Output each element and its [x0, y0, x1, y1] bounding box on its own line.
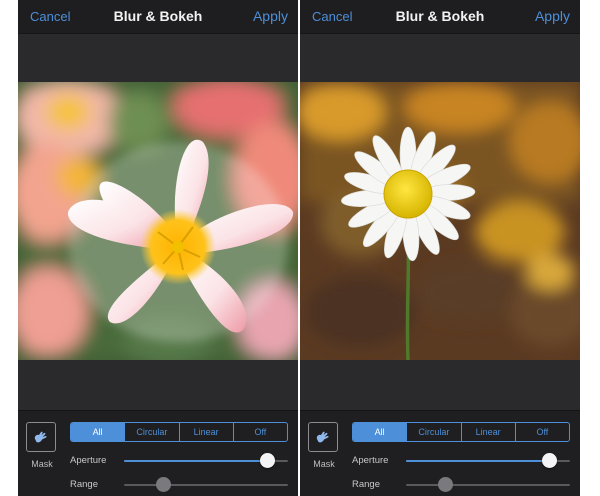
photo-canvas[interactable] [300, 82, 580, 360]
mode-circular[interactable]: Circular [124, 423, 178, 441]
aperture-slider[interactable] [124, 453, 288, 468]
navigation-bar: Cancel Blur & Bokeh Apply [300, 0, 580, 34]
aperture-slider-fill [406, 460, 549, 462]
range-slider-thumb[interactable] [438, 477, 454, 492]
aperture-slider-thumb[interactable] [541, 453, 557, 468]
blur-toolbar: Mask All Circular Linear Off Aperture Ra… [300, 410, 580, 496]
apply-button[interactable]: Apply [535, 8, 570, 24]
mask-button[interactable] [26, 422, 56, 452]
apply-button[interactable]: Apply [253, 8, 288, 24]
mode-all[interactable]: All [353, 423, 407, 441]
aperture-slider-thumb[interactable] [259, 453, 275, 468]
mode-linear[interactable]: Linear [460, 423, 515, 441]
range-label: Range [352, 479, 380, 490]
navigation-bar: Cancel Blur & Bokeh Apply [18, 0, 298, 34]
white-daisy-photo [300, 82, 580, 360]
editor-screen-left: Cancel Blur & Bokeh Apply Mask All Circu… [18, 0, 298, 496]
aperture-slider[interactable] [406, 453, 570, 468]
hand-brush-icon [316, 431, 329, 443]
range-slider[interactable] [406, 477, 570, 492]
range-slider-thumb[interactable] [156, 477, 172, 492]
mode-linear[interactable]: Linear [178, 423, 233, 441]
mode-circular[interactable]: Circular [406, 423, 460, 441]
range-label: Range [70, 479, 98, 490]
aperture-slider-fill [124, 460, 267, 462]
blur-mode-selector: All Circular Linear Off [352, 422, 570, 442]
mode-off[interactable]: Off [232, 423, 287, 441]
aperture-label: Aperture [70, 455, 107, 466]
hand-brush-icon [34, 431, 47, 443]
blur-toolbar: Mask All Circular Linear Off Aperture Ra… [18, 410, 298, 496]
pink-lily-photo [18, 82, 298, 360]
photo-canvas[interactable] [18, 82, 298, 360]
mask-label: Mask [31, 459, 53, 469]
mask-label: Mask [313, 459, 335, 469]
aperture-label: Aperture [352, 455, 389, 466]
range-slider[interactable] [124, 477, 288, 492]
editor-screen-right: Cancel Blur & Bokeh Apply Mask All Circu… [300, 0, 580, 496]
mode-off[interactable]: Off [514, 423, 569, 441]
mode-all[interactable]: All [71, 423, 125, 441]
mask-button[interactable] [308, 422, 338, 452]
blur-mode-selector: All Circular Linear Off [70, 422, 288, 442]
